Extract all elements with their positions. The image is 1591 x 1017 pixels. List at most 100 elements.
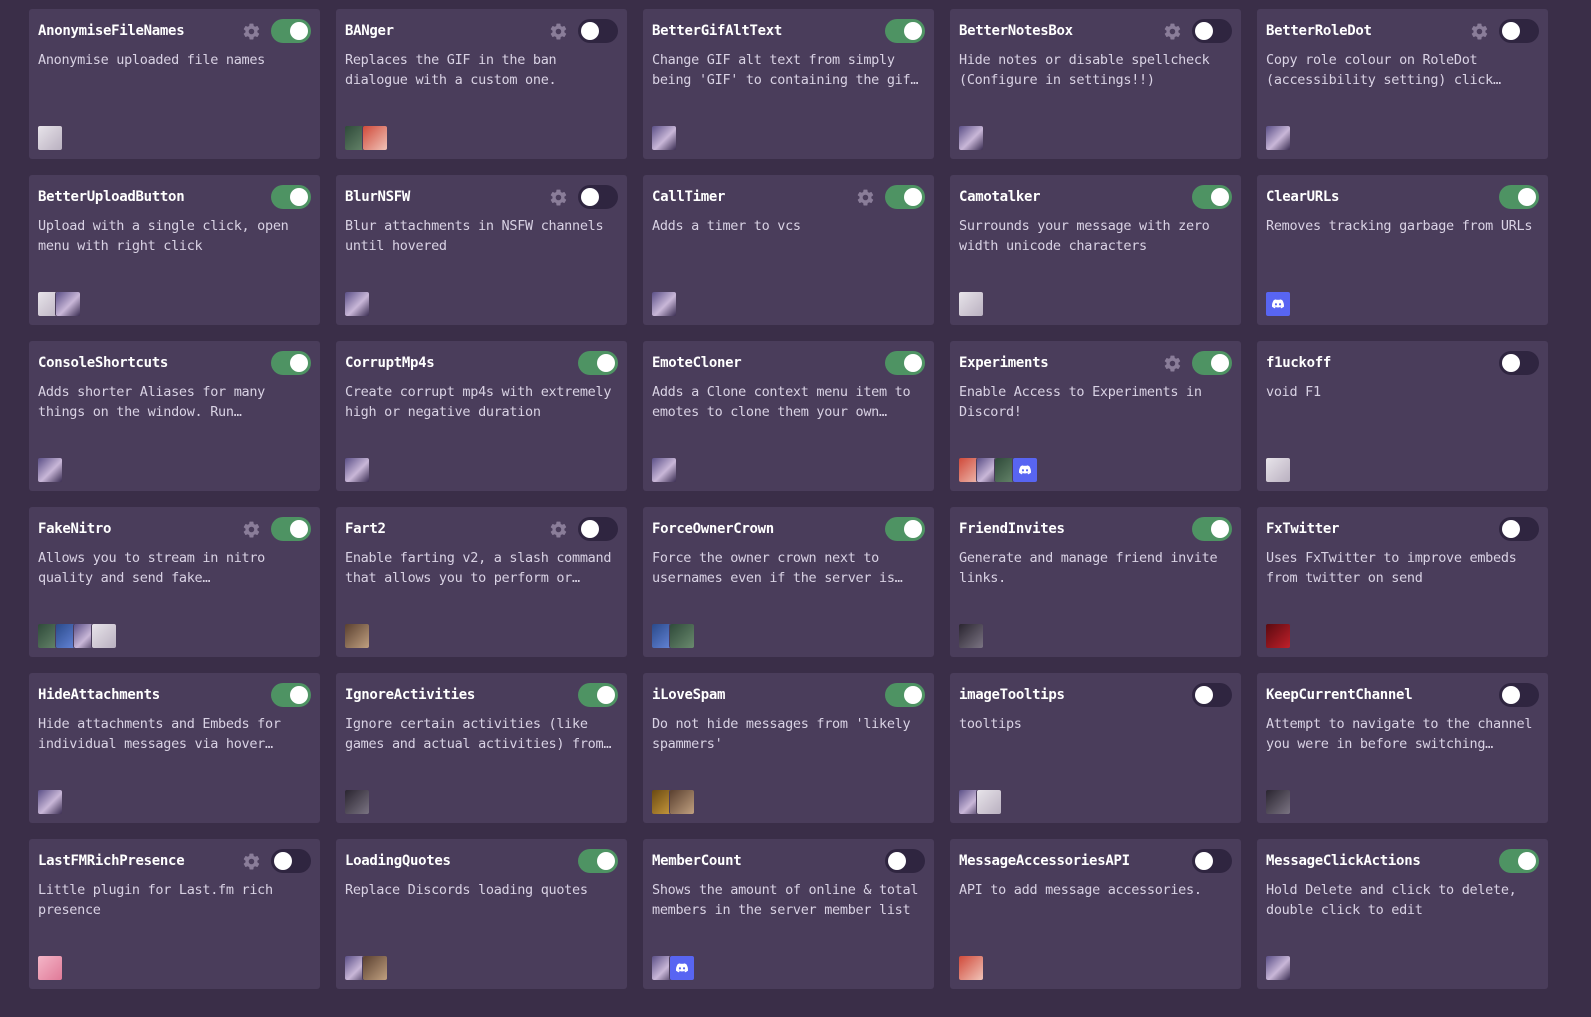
enable-toggle[interactable]	[1192, 849, 1232, 873]
plugin-card: LastFMRichPresence Little plugin for Las…	[29, 839, 320, 989]
plugin-authors	[345, 292, 369, 316]
enable-toggle[interactable]	[1499, 683, 1539, 707]
plugin-name: HideAttachments	[38, 687, 160, 703]
enable-toggle[interactable]	[578, 19, 618, 43]
plugin-description: Create corrupt mp4s with extremely high …	[345, 384, 612, 420]
author-avatar[interactable]	[38, 956, 62, 980]
gear-icon[interactable]	[548, 21, 568, 41]
plugin-description: Adds a Clone context menu item to emotes…	[652, 384, 911, 420]
plugin-name: LastFMRichPresence	[38, 853, 185, 869]
author-avatar[interactable]	[959, 126, 983, 150]
plugin-authors	[345, 790, 369, 814]
author-avatar[interactable]	[363, 126, 387, 150]
plugin-name: Experiments	[959, 355, 1049, 371]
enable-toggle[interactable]	[271, 351, 311, 375]
toggle-knob	[290, 22, 308, 40]
enable-toggle[interactable]	[578, 351, 618, 375]
author-avatar[interactable]	[1266, 126, 1290, 150]
enable-toggle[interactable]	[578, 683, 618, 707]
plugin-card-header: FriendInvites	[959, 517, 1232, 541]
author-avatar[interactable]	[670, 624, 694, 648]
author-avatar[interactable]	[959, 956, 983, 980]
toggle-knob	[274, 852, 292, 870]
plugin-description: Replaces the GIF in the ban dialogue wit…	[345, 52, 557, 88]
author-avatar[interactable]	[345, 790, 369, 814]
enable-toggle[interactable]	[271, 849, 311, 873]
author-avatar[interactable]	[56, 292, 80, 316]
plugin-authors	[38, 624, 116, 648]
plugin-card-header: ClearURLs	[1266, 185, 1539, 209]
plugin-name: KeepCurrentChannel	[1266, 687, 1413, 703]
author-avatar[interactable]	[38, 126, 62, 150]
enable-toggle[interactable]	[885, 185, 925, 209]
enable-toggle[interactable]	[1499, 517, 1539, 541]
author-avatar[interactable]	[652, 458, 676, 482]
author-avatar[interactable]	[345, 458, 369, 482]
enable-toggle[interactable]	[271, 517, 311, 541]
gear-icon[interactable]	[1162, 353, 1182, 373]
enable-toggle[interactable]	[885, 19, 925, 43]
gear-icon[interactable]	[241, 519, 261, 539]
toggle-knob	[581, 188, 599, 206]
author-avatar[interactable]	[652, 292, 676, 316]
author-avatar[interactable]	[38, 458, 62, 482]
gear-icon[interactable]	[548, 187, 568, 207]
discord-icon[interactable]	[670, 956, 694, 980]
enable-toggle[interactable]	[271, 185, 311, 209]
plugin-card-header: CorruptMp4s	[345, 351, 618, 375]
author-avatar[interactable]	[38, 790, 62, 814]
enable-toggle[interactable]	[271, 19, 311, 43]
enable-toggle[interactable]	[885, 351, 925, 375]
author-avatar[interactable]	[1266, 956, 1290, 980]
plugin-card: Camotalker Surrounds your message with z…	[950, 175, 1241, 325]
author-avatar[interactable]	[363, 956, 387, 980]
gear-icon[interactable]	[241, 851, 261, 871]
enable-toggle[interactable]	[1499, 19, 1539, 43]
author-avatar[interactable]	[1266, 624, 1290, 648]
enable-toggle[interactable]	[1192, 19, 1232, 43]
gear-icon[interactable]	[855, 187, 875, 207]
plugin-authors	[38, 790, 62, 814]
author-avatar[interactable]	[670, 790, 694, 814]
plugin-card-header: MemberCount	[652, 849, 925, 873]
plugin-card-header: Experiments	[959, 351, 1232, 375]
toggle-knob	[1518, 188, 1536, 206]
author-avatar[interactable]	[345, 624, 369, 648]
enable-toggle[interactable]	[578, 185, 618, 209]
plugin-description: Copy role colour on RoleDot (accessibili…	[1266, 52, 1501, 88]
enable-toggle[interactable]	[1499, 185, 1539, 209]
enable-toggle[interactable]	[1499, 849, 1539, 873]
author-avatar[interactable]	[1266, 458, 1290, 482]
plugin-authors	[345, 956, 387, 980]
enable-toggle[interactable]	[271, 683, 311, 707]
gear-icon[interactable]	[1162, 21, 1182, 41]
author-avatar[interactable]	[652, 126, 676, 150]
author-avatar[interactable]	[92, 624, 116, 648]
enable-toggle[interactable]	[1192, 517, 1232, 541]
gear-icon[interactable]	[548, 519, 568, 539]
author-avatar[interactable]	[977, 790, 1001, 814]
discord-icon[interactable]	[1266, 292, 1290, 316]
plugin-card-header: BetterUploadButton	[38, 185, 311, 209]
toggle-knob	[597, 686, 615, 704]
author-avatar[interactable]	[959, 292, 983, 316]
author-avatar[interactable]	[345, 292, 369, 316]
author-avatar[interactable]	[1266, 790, 1290, 814]
enable-toggle[interactable]	[1192, 351, 1232, 375]
enable-toggle[interactable]	[885, 517, 925, 541]
enable-toggle[interactable]	[1499, 351, 1539, 375]
discord-icon[interactable]	[1013, 458, 1037, 482]
enable-toggle[interactable]	[1192, 185, 1232, 209]
plugin-name: MessageAccessoriesAPI	[959, 853, 1130, 869]
enable-toggle[interactable]	[578, 517, 618, 541]
gear-icon[interactable]	[1469, 21, 1489, 41]
toggle-knob	[581, 22, 599, 40]
gear-icon[interactable]	[241, 21, 261, 41]
enable-toggle[interactable]	[885, 683, 925, 707]
author-avatar[interactable]	[959, 624, 983, 648]
enable-toggle[interactable]	[885, 849, 925, 873]
enable-toggle[interactable]	[1192, 683, 1232, 707]
enable-toggle[interactable]	[578, 849, 618, 873]
plugin-description: Anonymise uploaded file names	[38, 52, 266, 68]
toggle-knob	[1502, 354, 1520, 372]
